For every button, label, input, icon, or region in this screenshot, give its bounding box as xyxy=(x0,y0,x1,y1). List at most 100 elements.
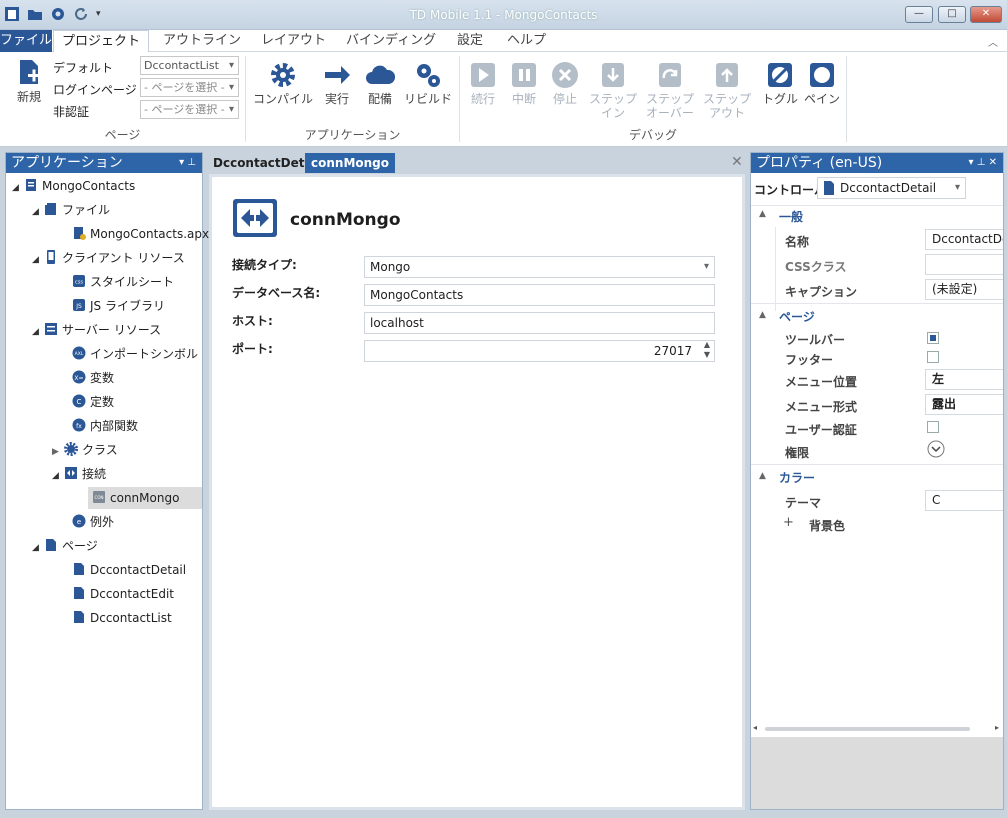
step-in-button[interactable]: ステップ イン xyxy=(585,60,641,120)
expand-circle-icon[interactable] xyxy=(927,440,945,458)
db-name-label: データベース名: xyxy=(232,286,321,300)
tree-node-consts[interactable]: C 定数 xyxy=(72,391,114,413)
tab-project[interactable]: プロジェクト xyxy=(53,30,149,53)
expand-plus-icon[interactable]: + xyxy=(783,515,794,530)
control-select[interactable]: DccontactDetail ▾ xyxy=(817,177,966,199)
prop-menu-style-value[interactable]: 露出 xyxy=(925,394,1003,415)
stop-button[interactable]: 停止 xyxy=(547,60,583,106)
prop-theme-value[interactable]: C xyxy=(925,490,1003,511)
tree-node-connmongo[interactable]: CON connMongo xyxy=(88,487,202,509)
constant-icon: C xyxy=(72,394,86,408)
close-document-icon[interactable]: ✕ xyxy=(731,154,743,170)
scrollbar-thumb[interactable] xyxy=(765,727,970,731)
maximize-button[interactable]: □ xyxy=(938,6,966,23)
prop-name-label: 名称 xyxy=(785,235,810,249)
run-button[interactable]: 実行 xyxy=(318,60,356,106)
expand-icon[interactable]: ◢ xyxy=(12,177,24,199)
compile-button[interactable]: コンパイル xyxy=(252,60,314,106)
tree-node-label: クライアント リソース xyxy=(62,251,185,265)
unauth-page-label: 非認証 xyxy=(53,105,90,119)
prop-user-auth-checkbox[interactable] xyxy=(927,421,939,433)
tree-node-files[interactable]: ◢ ファイル xyxy=(32,199,110,221)
spin-arrows-icon[interactable]: ▲ ▼ xyxy=(704,340,710,360)
tree-node-classes[interactable]: ▶ クラス xyxy=(52,439,118,461)
tree-node-pages[interactable]: ◢ ページ xyxy=(32,535,98,557)
dropdown-arrow-icon[interactable]: ▾ xyxy=(955,178,960,198)
collapsed-arrow-icon[interactable]: ▶ xyxy=(52,441,64,463)
step-over-button[interactable]: ステップ オーバー xyxy=(642,60,698,120)
tree-node-funcs[interactable]: fx 内部関数 xyxy=(72,415,138,437)
collapse-icon[interactable]: ▲ xyxy=(759,310,766,320)
prop-footer-checkbox[interactable] xyxy=(927,351,939,363)
tree-node-jslib[interactable]: JS JS ライブラリ xyxy=(72,295,165,317)
variable-icon: X= xyxy=(72,370,86,384)
tab-settings[interactable]: 設定 xyxy=(457,30,483,52)
tree-node-page-list[interactable]: DccontactList xyxy=(72,607,172,629)
tab-help[interactable]: ヘルプ xyxy=(507,30,546,52)
rebuild-button[interactable]: リビルド xyxy=(402,60,454,106)
step-out-button[interactable]: ステップ アウト xyxy=(699,60,755,120)
tree-node-connections[interactable]: ◢ 接続 xyxy=(52,463,106,485)
tree-node-import[interactable]: AXL インポートシンボル xyxy=(72,343,198,365)
tab-outline[interactable]: アウトライン xyxy=(163,30,241,52)
prop-menu-pos-value[interactable]: 左 xyxy=(925,369,1003,390)
doc-tab-connmongo[interactable]: connMongo xyxy=(305,153,396,173)
tree-node-label: 定数 xyxy=(90,395,115,409)
property-description-area xyxy=(751,737,1003,809)
prop-caption-value[interactable]: (未設定) xyxy=(925,279,1003,300)
default-page-select[interactable]: DccontactList xyxy=(140,56,239,75)
page-icon xyxy=(74,563,84,575)
pane-button[interactable]: ペイン xyxy=(803,60,841,106)
expand-icon[interactable]: ◢ xyxy=(32,321,44,343)
prop-css-label: CSSクラス xyxy=(785,260,847,274)
horizontal-scrollbar[interactable]: ◂ ▸ xyxy=(753,723,1001,735)
tab-layout[interactable]: レイアウト xyxy=(261,30,326,52)
expand-icon[interactable]: ◢ xyxy=(32,249,44,271)
prop-css-value[interactable] xyxy=(925,254,1003,275)
tree-node-label: インポートシンボル xyxy=(90,347,199,361)
step-out-label-2: アウト xyxy=(708,106,745,120)
prop-menu-style-label: メニュー形式 xyxy=(785,400,858,414)
deploy-button[interactable]: 配備 xyxy=(361,60,399,106)
control-value: DccontactDetail xyxy=(840,181,937,195)
tree-node-root[interactable]: ◢ MongoContacts xyxy=(12,175,135,197)
conn-type-select[interactable]: Mongo ▾ xyxy=(364,256,715,278)
pane-pin-icon[interactable]: ▾ ⊥ xyxy=(179,153,196,173)
tree-node-page-detail[interactable]: DccontactDetail xyxy=(72,559,186,581)
dropdown-arrow-icon[interactable]: ▾ xyxy=(704,257,709,277)
tree-node-vars[interactable]: X= 変数 xyxy=(72,367,114,389)
pause-button[interactable]: 中断 xyxy=(506,60,542,106)
tree-node-apx[interactable]: MongoContacts.apx xyxy=(72,223,209,245)
apx-file-icon xyxy=(74,227,86,240)
toggle-breakpoint-button[interactable]: トグル xyxy=(760,60,800,106)
expand-icon[interactable]: ◢ xyxy=(32,201,44,223)
collapse-icon[interactable]: ▲ xyxy=(759,209,766,219)
tree-node-exceptions[interactable]: e 例外 xyxy=(72,511,114,533)
continue-button[interactable]: 続行 xyxy=(465,60,501,106)
tab-binding[interactable]: バインディング xyxy=(346,30,436,52)
prop-perm-label: 権限 xyxy=(785,446,810,460)
expand-icon[interactable]: ◢ xyxy=(52,465,64,487)
unauth-page-select[interactable]: - ページを選択 - xyxy=(140,100,239,119)
tree-node-client[interactable]: ◢ クライアント リソース xyxy=(32,247,185,269)
port-stepper[interactable]: 27017 ▲ ▼ xyxy=(364,340,715,362)
tree-node-page-edit[interactable]: DccontactEdit xyxy=(72,583,174,605)
pane-pin-close-icon[interactable]: ▾ ⊥ ✕ xyxy=(969,153,997,173)
tab-file[interactable]: ファイル xyxy=(0,30,52,52)
minimize-button[interactable]: — xyxy=(905,6,933,23)
new-page-button[interactable]: 新規 xyxy=(10,58,48,104)
new-page-icon xyxy=(20,60,40,84)
tree-node-server[interactable]: ◢ サーバー リソース xyxy=(32,319,161,341)
prop-name-value[interactable]: DccontactDe xyxy=(925,229,1003,250)
db-name-input[interactable]: MongoContacts xyxy=(364,284,715,306)
properties-pane: プロパティ (en-US) ▾ ⊥ ✕ コントロール: DccontactDet… xyxy=(750,152,1004,810)
host-input[interactable]: localhost xyxy=(364,312,715,334)
prop-toolbar-checkbox[interactable] xyxy=(927,332,939,344)
expand-icon[interactable]: ◢ xyxy=(32,537,44,559)
close-window-button[interactable]: ✕ xyxy=(970,6,1002,23)
tree-node-label: DccontactEdit xyxy=(90,587,174,601)
collapse-ribbon-icon[interactable]: ︿ xyxy=(988,34,998,49)
login-page-select[interactable]: - ページを選択 - xyxy=(140,78,239,97)
collapse-icon[interactable]: ▲ xyxy=(759,471,766,481)
tree-node-stylesheet[interactable]: css スタイルシート xyxy=(72,271,174,293)
